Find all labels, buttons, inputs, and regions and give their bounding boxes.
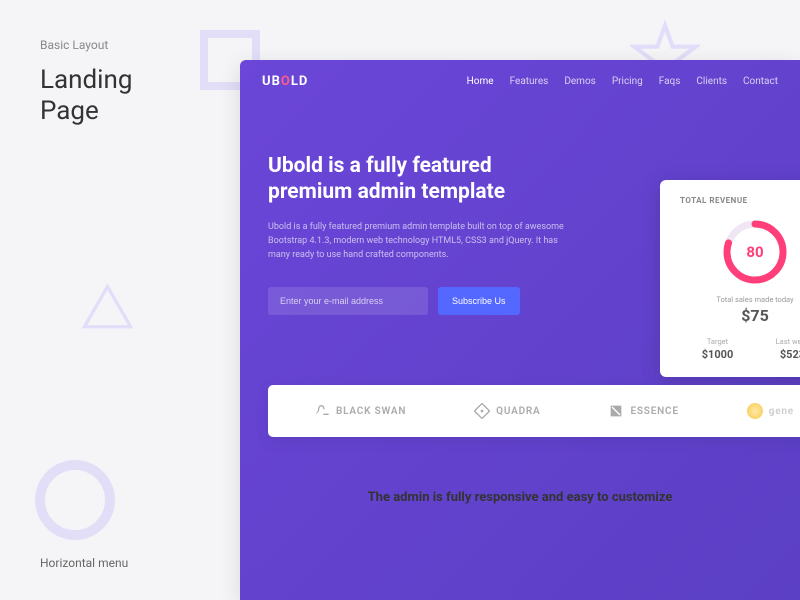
quadra-icon bbox=[474, 403, 490, 419]
subscribe-button[interactable]: Subscribe Us bbox=[438, 287, 520, 315]
lastweek-label: Last week bbox=[755, 337, 800, 346]
email-input[interactable] bbox=[268, 287, 428, 315]
nav-faqs[interactable]: Faqs bbox=[659, 76, 681, 87]
hero-title: Ubold is a fully featured premium admin … bbox=[268, 153, 548, 206]
logo-accent: O bbox=[281, 74, 291, 89]
client-label: gene bbox=[769, 406, 794, 417]
revenue-amount: $75 bbox=[680, 306, 800, 325]
top-nav: UBOLD Home Features Demos Pricing Faqs C… bbox=[240, 60, 800, 103]
client-essence: ESSENCE bbox=[608, 403, 678, 419]
client-gene: gene bbox=[747, 403, 794, 419]
bg-shape-circle bbox=[35, 460, 115, 540]
nav-home[interactable]: Home bbox=[467, 76, 494, 87]
client-label: BLACK SWAN bbox=[336, 406, 406, 417]
revenue-card-title: TOTAL REVENUE bbox=[680, 196, 800, 205]
client-blackswan: BLACK SWAN bbox=[314, 403, 406, 419]
page-title: Landing Page bbox=[40, 65, 132, 127]
nav-links: Home Features Demos Pricing Faqs Clients… bbox=[467, 76, 778, 87]
clients-bar: BLACK SWAN QUADRA ESSENCE gene bbox=[268, 385, 800, 437]
revenue-lastweek-col: Last week $523 bbox=[755, 337, 800, 361]
tagline: The admin is fully responsive and easy t… bbox=[240, 490, 800, 507]
category-label: Basic Layout bbox=[40, 38, 108, 52]
nav-clients[interactable]: Clients bbox=[696, 76, 727, 87]
revenue-ring-chart: 80 bbox=[720, 217, 790, 287]
revenue-card: TOTAL REVENUE 80 Total sales made today … bbox=[660, 180, 800, 377]
landing-preview: UBOLD Home Features Demos Pricing Faqs C… bbox=[240, 60, 800, 600]
hero-description: Ubold is a fully featured premium admin … bbox=[268, 220, 568, 263]
nav-features[interactable]: Features bbox=[510, 76, 549, 87]
target-value: $1000 bbox=[680, 348, 755, 361]
swan-icon bbox=[314, 403, 330, 419]
lastweek-value: $523 bbox=[755, 348, 800, 361]
logo-post: LD bbox=[291, 74, 308, 89]
bg-shape-triangle bbox=[80, 280, 135, 339]
brand-logo[interactable]: UBOLD bbox=[262, 74, 308, 89]
logo-pre: UB bbox=[262, 74, 281, 89]
nav-demos[interactable]: Demos bbox=[564, 76, 596, 87]
nav-pricing[interactable]: Pricing bbox=[612, 76, 643, 87]
gene-icon bbox=[747, 403, 763, 419]
client-label: ESSENCE bbox=[630, 406, 678, 417]
revenue-subtitle: Total sales made today bbox=[680, 295, 800, 304]
client-label: QUADRA bbox=[496, 406, 540, 417]
revenue-target-col: Target $1000 bbox=[680, 337, 755, 361]
target-label: Target bbox=[680, 337, 755, 346]
essence-icon bbox=[608, 403, 624, 419]
layout-variant-label: Horizontal menu bbox=[40, 556, 128, 570]
client-quadra: QUADRA bbox=[474, 403, 540, 419]
revenue-ring-value: 80 bbox=[746, 243, 763, 261]
nav-contact[interactable]: Contact bbox=[743, 76, 778, 87]
